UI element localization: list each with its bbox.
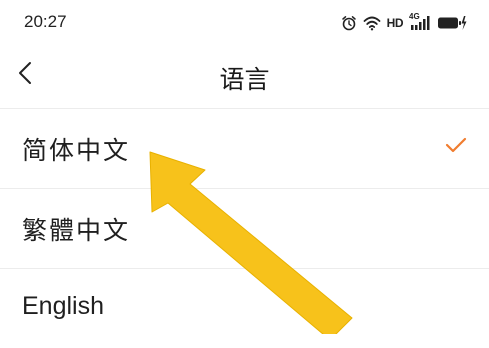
hd-icon: HD (386, 16, 404, 30)
check-icon (445, 137, 467, 157)
cellular-signal-icon: 4G (409, 12, 431, 31)
language-label: English (22, 292, 104, 320)
status-icons: HD 4G (341, 12, 467, 32)
alarm-icon (341, 15, 357, 31)
battery-icon (437, 15, 467, 31)
language-item-english[interactable]: English (0, 268, 489, 348)
status-time: 20:27 (24, 12, 67, 31)
status-bar: 20:27 HD 4G (0, 0, 489, 44)
language-label: 繁體中文 (22, 216, 131, 245)
language-item-simplified-chinese[interactable]: 简体中文 (0, 108, 489, 188)
page-title: 语言 (219, 65, 270, 94)
wifi-icon (363, 15, 381, 31)
language-label: 简体中文 (22, 136, 131, 165)
language-item-traditional-chinese[interactable]: 繁體中文 (0, 188, 489, 268)
language-list: 简体中文 繁體中文 English (0, 108, 489, 348)
header-bar: 语言 (0, 44, 489, 108)
